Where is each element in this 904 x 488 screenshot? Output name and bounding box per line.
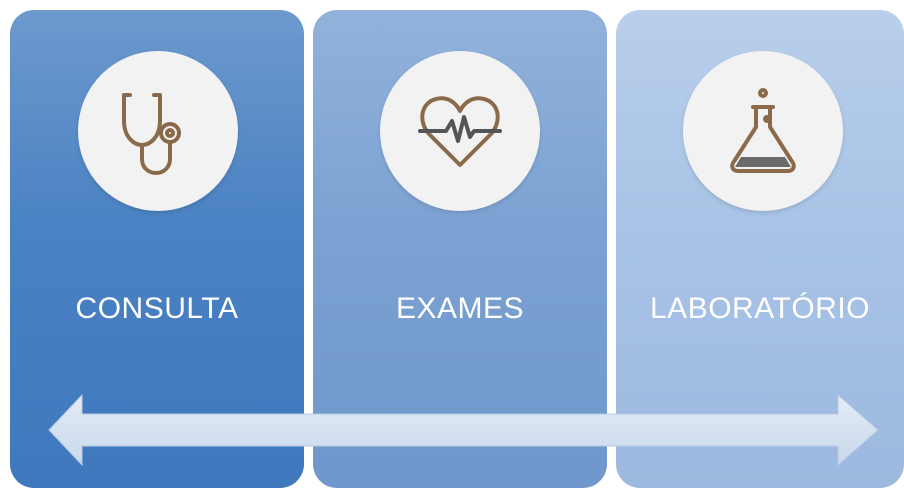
icon-badge: [380, 51, 540, 211]
heartbeat-icon: [418, 96, 502, 167]
stethoscope-icon: [122, 93, 181, 175]
step-label: CONSULTA: [75, 292, 239, 325]
process-diagram: CONSULTA EXAMES LABORATÓRIO: [0, 0, 904, 488]
step-panel-consulta: CONSULTA: [10, 10, 304, 488]
step-panel-exames: EXAMES: [313, 10, 607, 488]
flask-icon: [730, 88, 796, 173]
icon-badge: [683, 51, 843, 211]
step-label: EXAMES: [395, 292, 525, 325]
icon-badge: [78, 51, 238, 211]
step-panel-laboratorio: LABORATÓRIO: [616, 10, 904, 488]
step-label: LABORATÓRIO: [650, 292, 870, 325]
